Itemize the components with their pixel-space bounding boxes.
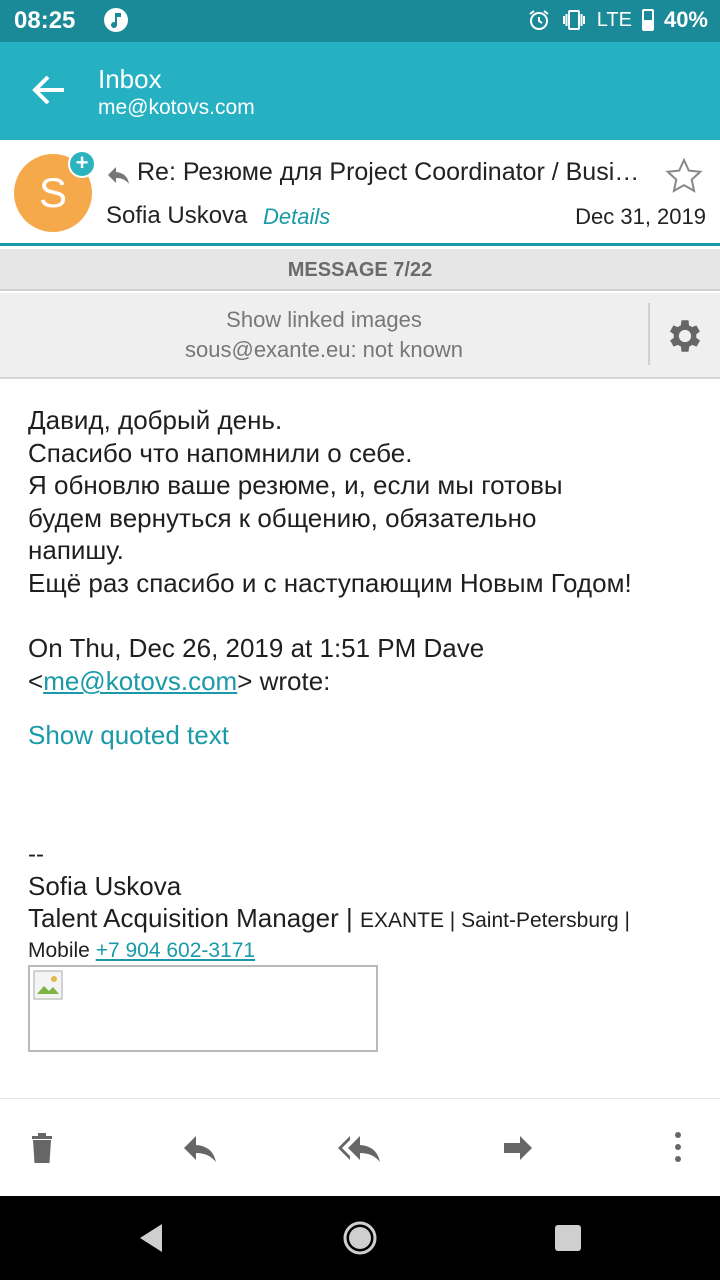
status-time: 08:25 (14, 7, 76, 34)
delete-icon[interactable] (20, 1127, 64, 1167)
broken-image (28, 965, 378, 1052)
signature-separator: -- (28, 841, 44, 868)
status-bar: 08:25 LTE 40% (0, 0, 720, 867)
message-header: S + Re: Резюме для Project Coordinator /… (0, 140, 720, 246)
back-arrow-icon[interactable] (28, 70, 68, 110)
body-line: будем вернуться к общению, обязательно (28, 502, 537, 533)
gear-icon[interactable] (664, 315, 706, 357)
quote-open: < (28, 666, 44, 696)
nav-home-icon[interactable] (340, 1218, 380, 1258)
message-subject: Re: Резюме для Project Coordinator / Bus… (137, 158, 652, 186)
body-line: Спасибо что напомнили о себе. (28, 437, 413, 468)
more-icon[interactable] (656, 1127, 700, 1167)
sender-name: Sofia Uskova (106, 202, 248, 229)
message-date: Dec 31, 2019 (575, 204, 706, 229)
body-line: Давид, добрый день. (28, 405, 283, 435)
reply-icon[interactable] (178, 1127, 222, 1167)
quote-header-line: On Thu, Dec 26, 2019 at 1:51 PM Dave (28, 633, 485, 663)
app-bar: Inbox me@kotovs.com (0, 42, 720, 140)
quote-email-link[interactable]: me@kotovs.com (43, 666, 237, 696)
star-icon[interactable] (664, 156, 704, 196)
phone-link[interactable]: +7 904 602-3171 (96, 939, 255, 962)
account-email: me@kotovs.com (98, 96, 255, 119)
details-link[interactable]: Details (263, 204, 330, 230)
message-counter: MESSAGE 7/22 (0, 249, 720, 291)
mobile-label: Mobile (28, 939, 96, 962)
status-icons: LTE 40% (527, 7, 708, 867)
forward-icon[interactable] (496, 1127, 540, 1167)
page-title: Inbox (98, 64, 162, 94)
message-body: Давид, добрый день. Спасибо что напомнил… (28, 404, 708, 599)
signature-title: Talent Acquisition Manager (28, 903, 339, 933)
sender-status: sous@exante.eu: not known (185, 337, 463, 362)
signature-company: EXANTE | Saint-Petersburg | (359, 909, 630, 932)
nav-recents-icon[interactable] (548, 1218, 588, 1258)
network-type: LTE (596, 8, 632, 31)
quote-header: On Thu, Dec 26, 2019 at 1:51 PM Dave <me… (28, 632, 708, 698)
add-contact-icon[interactable]: + (68, 150, 96, 178)
alarm-icon (529, 10, 549, 30)
signature-role: Talent Acquisition Manager | EXANTE | Sa… (28, 902, 708, 937)
battery-icon (641, 9, 654, 31)
quote-close: > wrote: (237, 666, 331, 696)
body-line: Ещё раз спасибо и с наступающим Новым Го… (28, 567, 632, 598)
show-linked-images-button[interactable]: Show linked images (0, 307, 648, 333)
signature-name: Sofia Uskova (28, 871, 182, 901)
signature: -- Sofia Uskova Talent Acquisition Manag… (28, 840, 708, 965)
action-bar (0, 1098, 720, 1196)
divider (648, 303, 650, 365)
body-line: напишу. (28, 535, 124, 565)
reply-all-icon[interactable] (336, 1127, 384, 1167)
battery-level: 40% (663, 7, 708, 32)
music-icon (104, 8, 128, 32)
nav-back-icon[interactable] (132, 1218, 172, 1258)
signature-sep: | (338, 903, 360, 933)
body-line: Я обновлю ваше резюме, и, если мы готовы (28, 470, 563, 500)
broken-image-icon (33, 970, 63, 1000)
signature-mobile: Mobile +7 904 602-3171 (28, 937, 708, 965)
vibrate-icon (562, 10, 585, 30)
system-nav-bar (0, 1196, 720, 1280)
linked-images-banner: Show linked images sous@exante.eu: not k… (0, 293, 720, 379)
show-quoted-text-link[interactable]: Show quoted text (28, 720, 229, 751)
replied-icon (108, 167, 129, 184)
